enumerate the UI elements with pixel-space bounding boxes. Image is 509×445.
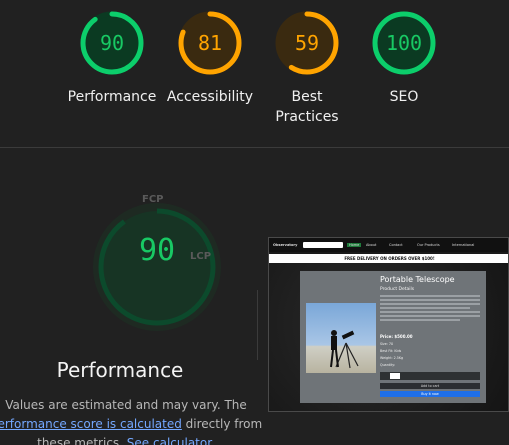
- screenshot-quantity: [380, 372, 480, 380]
- gauge-ring: 100: [371, 10, 437, 76]
- screenshot-meta: Best Fit: Kids: [380, 349, 402, 353]
- gauge-seo[interactable]: 100 SEO: [354, 10, 454, 107]
- category-gauges: 90 Performance 81 Accessibility 59 Best …: [0, 0, 509, 147]
- gauge-ring: 90: [79, 10, 145, 76]
- gauge-label: Best Practices: [275, 89, 339, 125]
- screenshot-quantity-box: [390, 373, 400, 379]
- see-calculator-link[interactable]: See calculator.: [127, 436, 215, 445]
- screenshot-nav-item: Our Products: [417, 243, 440, 247]
- screenshot-text-line: [380, 319, 460, 321]
- desc-prefix: Values are estimated and may vary. The: [5, 398, 247, 412]
- screenshot-meta: Size: 70: [380, 342, 394, 346]
- telescope-figure: [330, 330, 359, 369]
- gauge-label: Performance: [67, 89, 157, 105]
- screenshot-nav-item: About: [366, 243, 377, 247]
- screenshot-navbar: Observatory Home About Contact Our Produ…: [269, 238, 508, 252]
- final-screenshot[interactable]: Observatory Home About Contact Our Produ…: [268, 237, 509, 412]
- screenshot-text-line: [380, 315, 480, 317]
- screenshot-text-line: [380, 299, 480, 301]
- score-calculated-link[interactable]: performance score is calculated: [0, 417, 182, 431]
- screenshot-nav-item: Home: [347, 243, 362, 247]
- screenshot-price: Price: $500.00: [380, 334, 413, 339]
- screenshot-text-line: [380, 295, 480, 297]
- gauge-score: 100: [385, 31, 423, 55]
- performance-gauge-graphic: [93, 203, 221, 331]
- screenshot-product-photo: [306, 303, 376, 373]
- gauge-score: 90: [99, 31, 125, 55]
- section-divider: [0, 147, 509, 148]
- gauge-ring: 59: [274, 10, 340, 76]
- metric-tag-lcp: LCP: [190, 251, 212, 262]
- screenshot-text-line: [380, 311, 480, 313]
- gauge-best-practices[interactable]: 59 Best Practices: [256, 10, 358, 127]
- screenshot-brand: Observatory: [273, 243, 298, 247]
- screenshot-meta: Weight: 2.5Kg: [380, 356, 404, 360]
- gauge-score: 81: [197, 31, 223, 55]
- gauge-performance[interactable]: 90 Performance: [62, 10, 162, 107]
- screenshot-search: [303, 242, 343, 248]
- gauge-score: 59: [294, 31, 320, 55]
- screenshot-product-card: Portable Telescope Product Details Price…: [300, 271, 486, 403]
- screenshot-nav-item: Contact: [389, 243, 403, 247]
- screenshot-nav-item: International: [452, 243, 475, 247]
- screenshot-product-title: Portable Telescope: [380, 275, 455, 284]
- screenshot-text-line: [380, 307, 470, 309]
- metric-tag-fcp: FCP: [142, 194, 164, 205]
- gauge-accessibility[interactable]: 81 Accessibility: [160, 10, 260, 107]
- performance-title: Performance: [56, 358, 184, 382]
- gauge-ring: 81: [177, 10, 243, 76]
- screenshot-content: Portable Telescope Product Details Price…: [269, 263, 508, 411]
- gauge-label: SEO: [389, 89, 419, 105]
- gauge-label: Accessibility: [166, 89, 254, 105]
- screenshot-meta: Quantity:: [380, 363, 396, 367]
- column-divider: [257, 290, 258, 360]
- screenshot-buy-now: Buy it now: [380, 391, 480, 397]
- performance-description: Values are estimated and may vary. The p…: [0, 396, 266, 445]
- screenshot-banner: FREE DELIVERY ON ORDERS OVER $100!: [269, 254, 508, 263]
- performance-gauge: 90 FCP LCP: [40, 190, 240, 350]
- screenshot-text-line: [380, 303, 480, 305]
- screenshot-product-subtitle: Product Details: [380, 287, 415, 292]
- screenshot-add-to-cart: Add to cart: [380, 383, 480, 389]
